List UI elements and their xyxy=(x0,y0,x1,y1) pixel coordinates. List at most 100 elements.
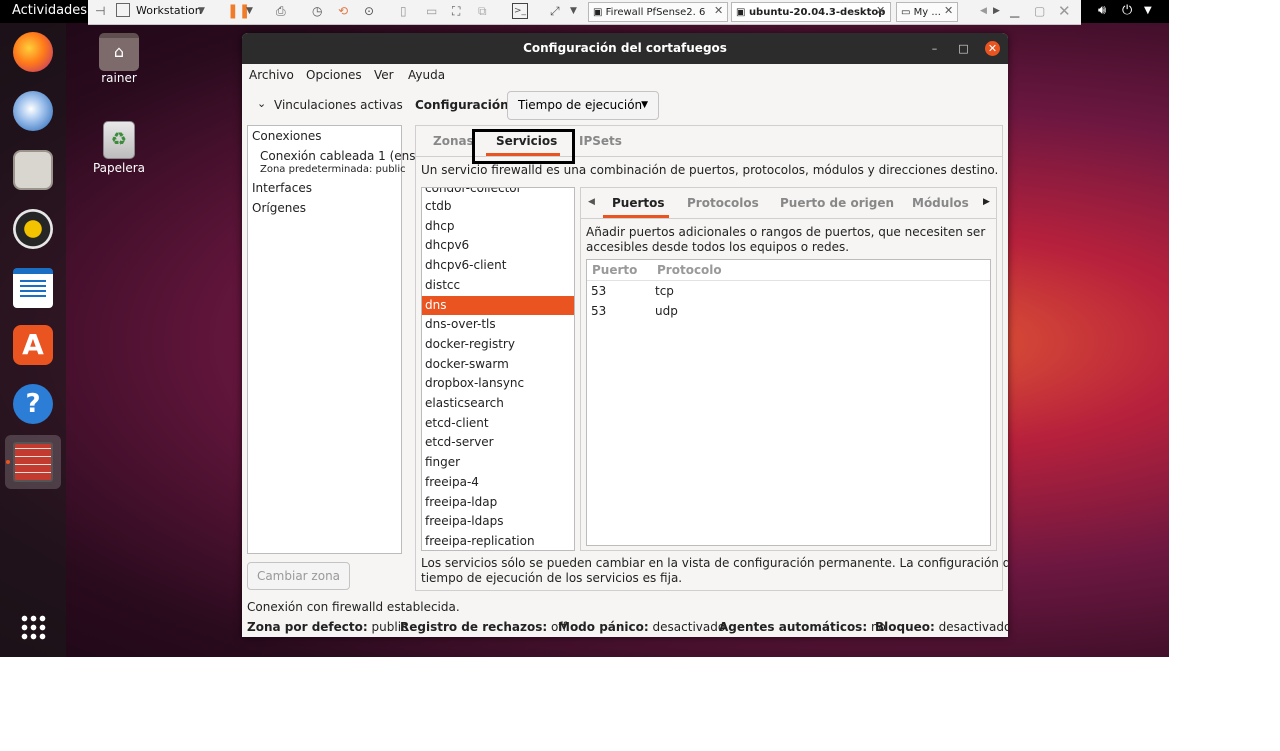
snapshot-manager-icon[interactable]: ⊙ xyxy=(364,3,374,19)
list-item[interactable]: dns-over-tls xyxy=(422,315,574,335)
tab-scroll-left-icon[interactable]: ◀ xyxy=(980,3,987,19)
unity-icon[interactable]: ⧉ xyxy=(478,3,487,19)
close-icon[interactable]: ✕ xyxy=(985,41,1000,56)
writer-icon[interactable] xyxy=(13,268,53,308)
change-zone-button[interactable]: Cambiar zona xyxy=(247,562,350,590)
column-header-protocolo[interactable]: Protocolo xyxy=(657,263,722,277)
chevron-down-icon[interactable]: ▼ xyxy=(246,3,253,19)
close-icon[interactable]: ✕ xyxy=(876,3,885,19)
revert-snapshot-icon[interactable]: ⟲ xyxy=(338,3,348,19)
ports-table-header: Puerto Protocolo xyxy=(587,260,990,281)
subtab-divider xyxy=(581,218,996,219)
chevron-down-icon[interactable]: ▼ xyxy=(198,3,205,19)
list-item[interactable]: docker-swarm xyxy=(422,355,574,375)
chevron-down-icon[interactable]: ▼ xyxy=(1144,5,1152,16)
configuration-dropdown[interactable]: Tiempo de ejecución ▼ xyxy=(507,91,659,120)
list-item[interactable]: dropbox-lansync xyxy=(422,374,574,394)
menu-archivo[interactable]: Archivo xyxy=(249,68,294,82)
desktop-icon-papelera[interactable]: ♻ Papelera xyxy=(84,121,154,175)
software-icon[interactable]: A xyxy=(13,325,53,365)
activities-button[interactable]: Actividades xyxy=(12,3,87,18)
list-item[interactable]: etcd-server xyxy=(422,433,574,453)
menu-opciones[interactable]: Opciones xyxy=(306,68,362,82)
table-row[interactable]: 53 udp xyxy=(587,302,990,322)
list-item[interactable]: dhcpv6-client xyxy=(422,256,574,276)
firewall-config-icon[interactable] xyxy=(13,442,53,482)
interfaces-header[interactable]: Interfaces xyxy=(252,181,312,195)
minimize-icon[interactable]: ▁ xyxy=(1010,3,1019,19)
tab-ubuntu-desktop[interactable]: ▣ ubuntu-20.04.3-desktop xyxy=(731,2,891,22)
chevron-down-icon[interactable]: ▼ xyxy=(570,3,577,19)
list-item[interactable]: freeipa-4 xyxy=(422,473,574,493)
subtab-scroll-right-icon[interactable]: ▶ xyxy=(983,197,990,207)
connections-header[interactable]: Conexiones xyxy=(252,129,322,143)
list-item[interactable]: freeipa-ldaps xyxy=(422,512,574,532)
tab-ipsets[interactable]: IPSets xyxy=(579,134,622,148)
files-icon[interactable] xyxy=(13,150,53,190)
desktop: Actividades ⊣ Workstation ▼ ❚❚ ▼ ⎙ ◷ ⟲ ⊙… xyxy=(0,0,1169,657)
list-item[interactable]: ctdb xyxy=(422,197,574,217)
home-folder-icon: ⌂ xyxy=(99,33,139,71)
column-header-puerto[interactable]: Puerto xyxy=(592,263,637,277)
list-item[interactable]: docker-registry xyxy=(422,335,574,355)
tab-zonas[interactable]: Zonas xyxy=(433,134,474,148)
table-row[interactable]: 53 tcp xyxy=(587,282,990,302)
thunderbird-icon[interactable] xyxy=(13,91,53,131)
subtab-puerto-de-origen[interactable]: Puerto de origen xyxy=(780,196,894,210)
menu-ayuda[interactable]: Ayuda xyxy=(408,68,445,82)
subtab-scroll-left-icon[interactable]: ◀ xyxy=(588,197,595,207)
connection-status: Conexión con firewalld establecida. xyxy=(247,600,460,614)
help-icon[interactable]: ? xyxy=(13,384,53,424)
list-item[interactable]: freeipa-ldap xyxy=(422,493,574,513)
power-icon[interactable]: ⏻ xyxy=(1122,3,1132,18)
close-icon[interactable]: ✕ xyxy=(1058,3,1071,19)
list-item[interactable]: finger xyxy=(422,453,574,473)
ports-help-line2: accesibles desde todos los equipos o red… xyxy=(586,240,850,254)
maximize-icon[interactable]: □ xyxy=(956,41,971,56)
active-bindings-label[interactable]: Vinculaciones activas xyxy=(274,98,403,112)
connection-item[interactable]: Conexión cableada 1 (ens xyxy=(260,149,416,163)
list-item[interactable]: elasticsearch xyxy=(422,394,574,414)
list-item[interactable]: distcc xyxy=(422,276,574,296)
subtab-puertos[interactable]: Puertos xyxy=(612,196,665,210)
show-apps-icon[interactable] xyxy=(20,614,47,641)
list-item[interactable]: dhcpv6 xyxy=(422,236,574,256)
volume-icon[interactable]: 🔊︎ xyxy=(1098,3,1106,18)
rhythmbox-icon[interactable] xyxy=(13,209,53,249)
runtime-note-line1: Los servicios sólo se pueden cambiar en … xyxy=(421,556,1008,570)
close-icon[interactable]: ✕ xyxy=(714,3,723,19)
bindings-tree: Conexiones Conexión cableada 1 (ens Zona… xyxy=(247,125,416,554)
tab-firewall-pfsense[interactable]: ▣ Firewall PfSense2. 6 xyxy=(588,2,728,22)
expander-chevron-icon[interactable]: ⌄ xyxy=(257,97,266,110)
window-titlebar[interactable]: Configuración del cortafuegos – □ ✕ xyxy=(242,33,1008,64)
list-item[interactable]: freeipa-replication xyxy=(422,532,574,550)
vm-toolbar: ⊣ Workstation ▼ ❚❚ ▼ ⎙ ◷ ⟲ ⊙ ▯ ▭ ⛶ ⧉ >_ … xyxy=(88,0,1081,25)
desktop-icon-rainer[interactable]: ⌂ rainer xyxy=(84,33,154,85)
pin-icon[interactable]: ⊣ xyxy=(95,3,105,19)
maximize-icon[interactable]: ▢ xyxy=(1034,3,1045,19)
thumbnail-view-icon[interactable]: ▭ xyxy=(426,3,437,19)
tab-scroll-right-icon[interactable]: ▶ xyxy=(993,3,1000,19)
menu-ver[interactable]: Ver xyxy=(374,68,394,82)
sidebar-view-icon[interactable]: ▯ xyxy=(400,3,407,19)
send-keys-icon[interactable]: ⎙ xyxy=(276,3,286,19)
list-item[interactable]: etcd-client xyxy=(422,414,574,434)
workstation-icon xyxy=(116,3,130,17)
firefox-icon[interactable] xyxy=(13,32,53,72)
status-bar: Conexión con firewalld establecida. Zona… xyxy=(242,599,1008,637)
close-icon[interactable]: ✕ xyxy=(944,3,953,19)
list-item[interactable]: dhcp xyxy=(422,217,574,237)
list-item-selected[interactable]: dns xyxy=(422,295,574,316)
services-description: Un servicio firewalld es una combinación… xyxy=(421,163,999,177)
snapshot-icon[interactable]: ◷ xyxy=(312,3,322,19)
subtab-protocolos[interactable]: Protocolos xyxy=(687,196,759,210)
stretch-icon[interactable]: ⤢ xyxy=(550,3,560,19)
workstation-menu[interactable]: Workstation xyxy=(136,3,202,19)
sources-header[interactable]: Orígenes xyxy=(252,201,306,215)
active-subtab-indicator xyxy=(603,215,669,218)
minimize-icon[interactable]: – xyxy=(927,41,942,56)
fullscreen-icon[interactable]: ⛶ xyxy=(452,3,460,19)
vm-tab-icon: ▭ xyxy=(901,7,914,18)
subtab-modulos[interactable]: Módulos xyxy=(912,196,969,210)
console-icon[interactable]: >_ xyxy=(512,3,528,19)
